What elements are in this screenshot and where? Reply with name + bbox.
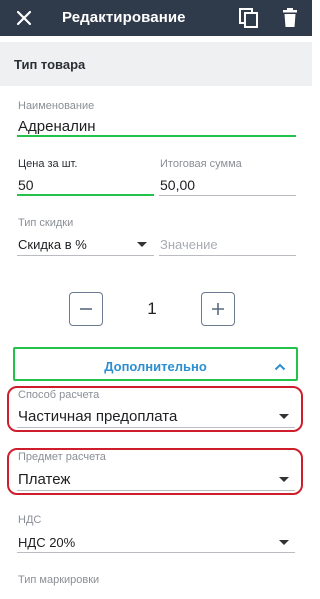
price-underline [17,194,154,196]
chevron-up-icon [274,359,286,377]
discount-type-underline [17,255,154,256]
close-icon[interactable] [14,8,34,28]
chevron-down-icon[interactable] [279,414,289,419]
plus-icon [212,303,224,315]
marking-type-label: Тип маркировки [18,574,100,586]
vat-label: НДС [18,514,42,526]
total-underline [159,195,296,196]
payment-method-select[interactable]: Частичная предоплата [18,408,177,425]
additional-toggle-button[interactable]: Дополнительно [13,347,298,381]
copy-icon[interactable] [238,7,260,29]
name-input[interactable]: Адреналин [18,118,95,135]
discount-value-underline [159,255,296,256]
total-label: Итоговая сумма [160,158,242,170]
chevron-down-icon[interactable] [279,477,289,482]
increment-button[interactable] [201,292,235,326]
additional-label: Дополнительно [104,359,207,374]
trash-icon[interactable] [280,7,300,29]
price-label: Цена за шт. [18,158,78,170]
payment-method-underline [17,427,295,428]
discount-type-select[interactable]: Скидка в % [18,237,87,252]
chevron-down-icon[interactable] [279,540,289,545]
quantity-value: 1 [147,299,157,318]
page-title: Редактирование [62,9,186,26]
decrement-button[interactable] [69,292,103,326]
payment-subject-label: Предмет расчета [18,451,106,463]
vat-select[interactable]: НДС 20% [18,535,75,550]
payment-method-label: Способ расчета [18,389,100,401]
discount-type-label: Тип скидки [18,217,74,229]
discount-value-input[interactable]: Значение [160,237,218,252]
chevron-down-icon[interactable] [137,242,147,247]
total-value[interactable]: 50,00 [160,177,195,193]
price-input[interactable]: 50 [18,177,34,193]
name-underline [17,135,296,137]
name-label: Наименование [18,100,95,112]
minus-icon [80,308,92,310]
payment-subject-underline [17,490,295,491]
app-bar: Редактирование [0,0,312,36]
payment-subject-select[interactable]: Платеж [18,471,70,488]
section-header: Тип товара [0,42,312,86]
vat-underline [17,552,295,553]
section-title: Тип товара [14,57,86,72]
